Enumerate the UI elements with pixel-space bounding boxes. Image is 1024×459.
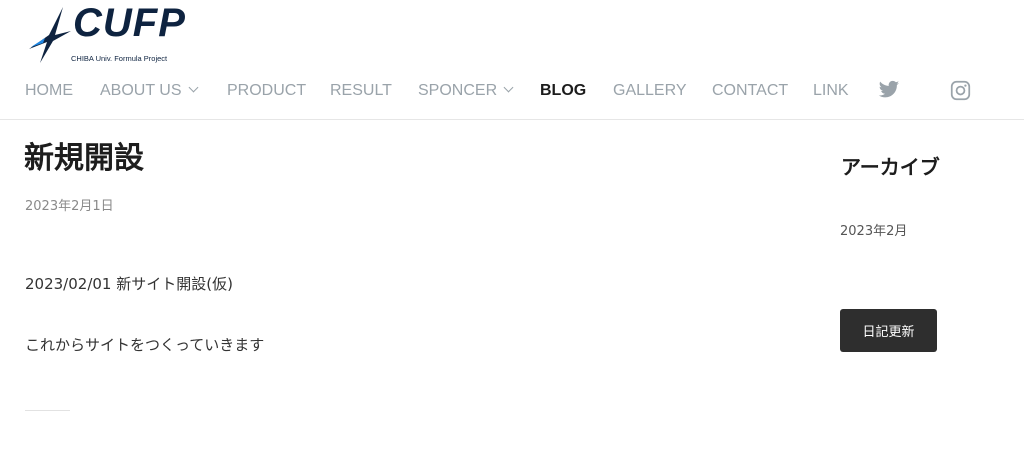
chevron-down-icon bbox=[188, 82, 198, 93]
header-divider bbox=[0, 119, 1024, 120]
nav-result[interactable]: RESULT bbox=[330, 81, 392, 101]
diary-update-button[interactable]: 日記更新 bbox=[840, 309, 937, 352]
archive-item[interactable]: 2023年2月 bbox=[840, 220, 907, 239]
instagram-icon[interactable] bbox=[950, 80, 971, 105]
nav-about-us[interactable]: ABOUT US bbox=[100, 81, 198, 101]
archive-heading: アーカイブ bbox=[841, 155, 940, 179]
post-body-line: 2023/02/01 新サイト開設(仮) bbox=[25, 275, 233, 293]
nav-contact[interactable]: CONTACT bbox=[712, 81, 788, 101]
logo-wordmark: CUFP bbox=[73, 1, 186, 45]
site-logo[interactable]: CUFP CHIBA Univ. Formula Project bbox=[27, 1, 192, 65]
post-title: 新規開設 bbox=[24, 141, 144, 176]
chevron-down-icon bbox=[503, 82, 514, 93]
nav-gallery[interactable]: GALLERY bbox=[613, 81, 687, 101]
nav-link[interactable]: LINK bbox=[813, 81, 849, 101]
nav-blog[interactable]: BLOG bbox=[540, 81, 586, 101]
post-body-line: これからサイトをつくっていきます bbox=[25, 336, 265, 354]
nav-sponcer-label: SPONCER bbox=[418, 82, 498, 99]
nav-home[interactable]: HOME bbox=[25, 81, 73, 101]
post-date: 2023年2月1日 bbox=[25, 199, 114, 214]
nav-about-us-label: ABOUT US bbox=[100, 82, 182, 99]
post-divider bbox=[25, 410, 70, 411]
logo-subtitle: CHIBA Univ. Formula Project bbox=[71, 54, 168, 63]
nav-sponcer[interactable]: SPONCER bbox=[418, 81, 514, 101]
nav-product[interactable]: PRODUCT bbox=[227, 81, 306, 101]
twitter-icon[interactable] bbox=[878, 80, 900, 104]
logo-emblem-icon bbox=[29, 7, 71, 63]
